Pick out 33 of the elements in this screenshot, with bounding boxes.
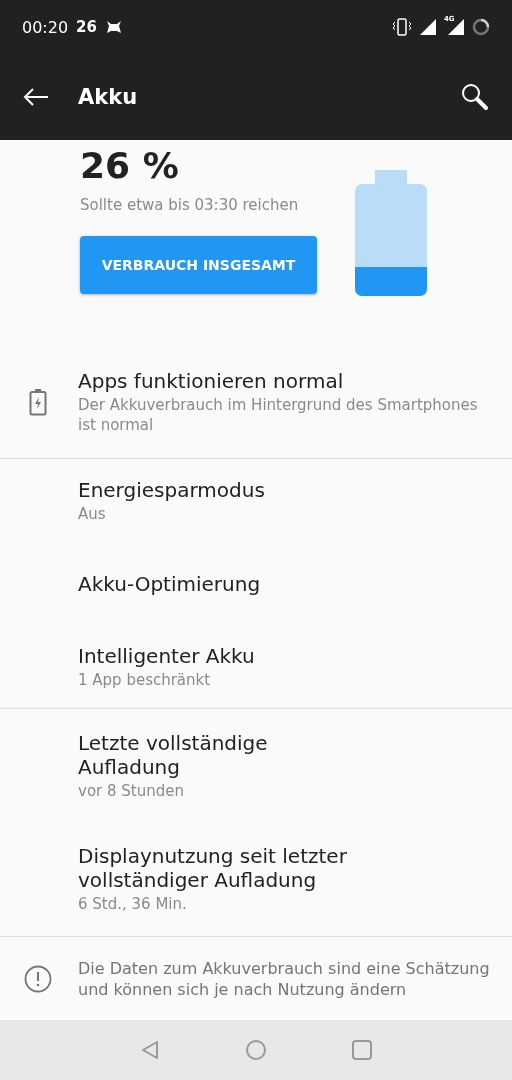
item-title: Energiesparmodus [78,477,265,502]
settings-item[interactable]: Letzte vollständige Aufladung vor 8 Stunden [0,709,512,822]
status-time: 00:20 [22,17,69,37]
signal-icon [420,19,436,35]
item-summary: vor 8 Stunden [78,780,185,801]
item-title: Displaynutzung seit letzter vollständiger Aufladung [78,843,348,892]
item-summary: 6 Std., 36 Min. [78,893,188,914]
settings-item[interactable]: Apps funktionieren normal Der Akkuverbrauch im Hintergrund des Smartphones ist normal [0,345,512,458]
info-icon [24,964,52,993]
search-icon[interactable] [460,82,490,112]
settings-item[interactable]: Akku-Optimierung [0,542,512,625]
item-title: Intelligenter Akku [78,643,255,668]
item-title: Akku-Optimierung [78,571,261,596]
item-summary: Aus [78,503,107,524]
notification-count: 26 [76,18,97,36]
home-icon[interactable] [245,1039,267,1061]
item-title: Letzte vollständige Aufladung [78,730,269,779]
item-summary: 1 App beschränkt [78,669,212,690]
item-title: Apps funktionieren normal [78,368,345,393]
settings-item[interactable]: Intelligenter Akku 1 App beschränkt [0,625,512,708]
recents-icon[interactable] [352,1040,372,1060]
battery-charging-icon [29,387,47,416]
vibrate-icon [392,18,412,36]
battery-estimate: Sollte etwa bis 03:30 reichen [80,196,299,214]
back-icon[interactable] [22,87,50,107]
item-summary: Der Akkuverbrauch im Hintergrund des Smartphones ist normal [78,394,479,435]
page-title: Akku [78,85,138,109]
settings-item[interactable]: Displaynutzung seit letzter vollständiger Aufladung 6 Std., 36 Min. [0,822,512,935]
battery-percentage: 26 % [80,144,179,188]
settings-item[interactable]: Energiesparmodus Aus [0,459,512,542]
loading-icon [472,18,490,36]
footer-note: Die Daten zum Akkuverbrauch sind eine Schätzung und können sich je nach Nutzung ändern [78,957,491,1000]
back-nav-icon[interactable] [140,1040,160,1060]
